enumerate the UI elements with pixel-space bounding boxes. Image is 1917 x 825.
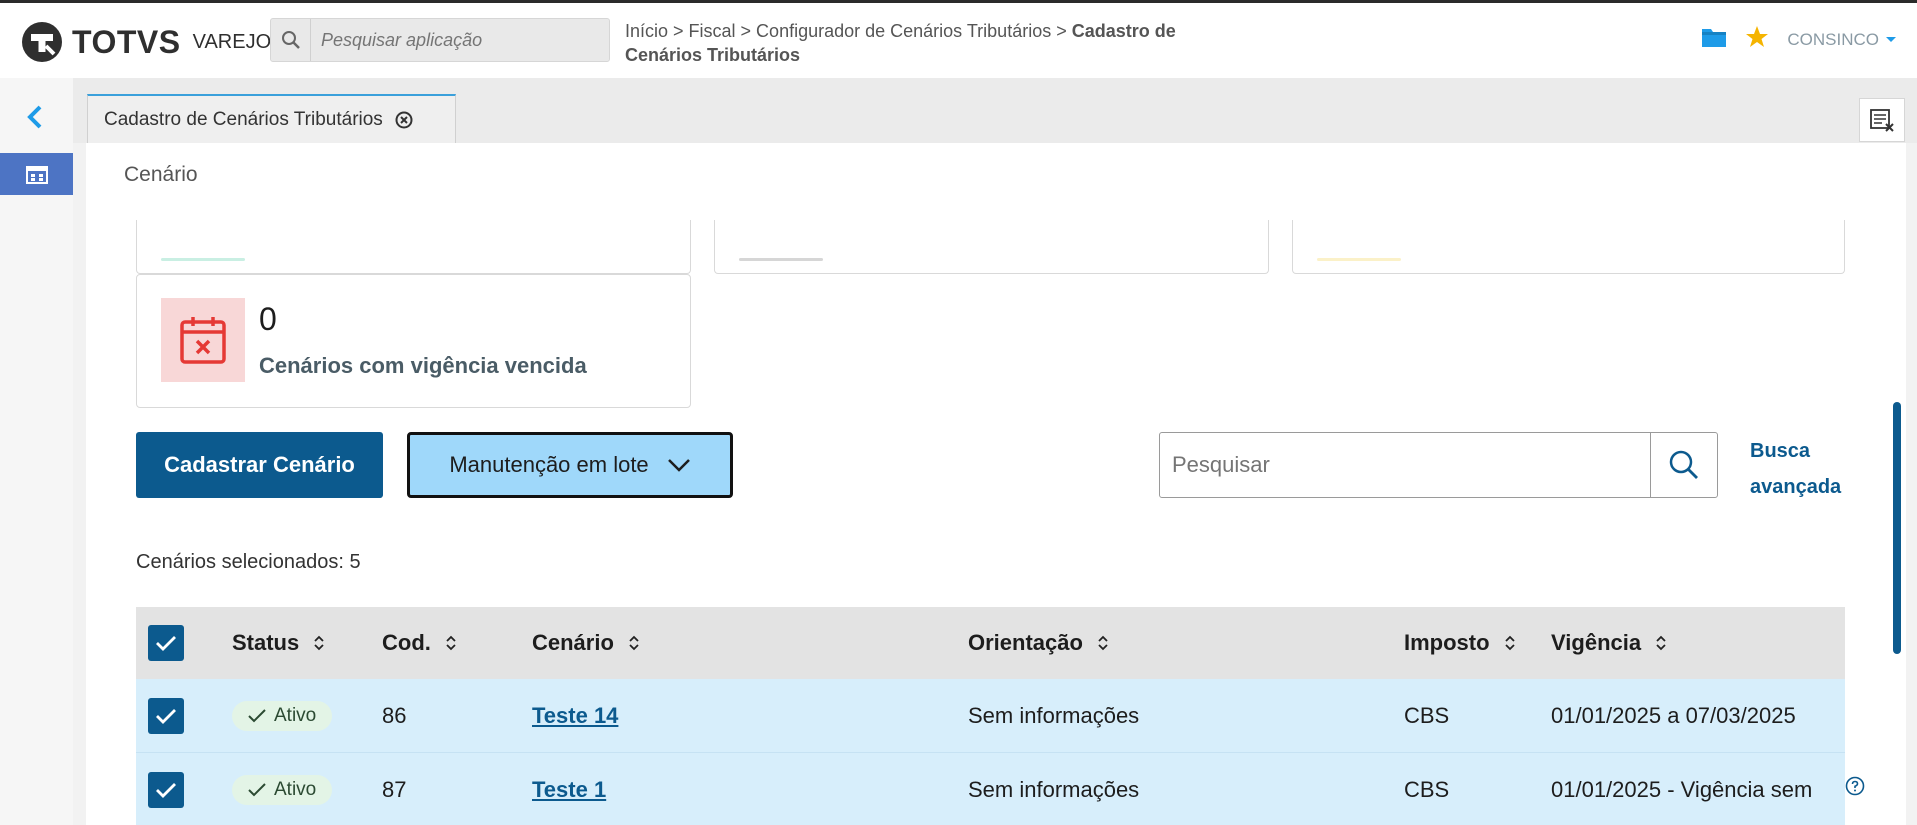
check-icon <box>248 782 266 796</box>
company-selector[interactable]: CONSINCO <box>1787 30 1897 50</box>
company-name: CONSINCO <box>1787 29 1879 49</box>
scenario-link[interactable]: Teste 1 <box>532 777 606 803</box>
calendar-x-icon <box>161 298 245 382</box>
search-input[interactable] <box>1160 433 1650 497</box>
orientacao-cell: Sem informações <box>968 702 1140 728</box>
tab-strip: Cadastro de Cenários Tributários <box>73 78 1917 143</box>
chevron-left-icon <box>27 105 42 129</box>
column-label: Cod. <box>382 630 431 655</box>
help-icon[interactable] <box>1845 776 1865 801</box>
select-all-checkbox[interactable] <box>148 607 184 679</box>
search-button[interactable] <box>1650 433 1717 497</box>
column-label: Imposto <box>1404 630 1490 655</box>
column-orientacao[interactable]: Orientação <box>968 607 1109 679</box>
cenario-cell: Teste 1 <box>532 753 606 825</box>
calendar-grid-icon <box>25 166 48 184</box>
left-rail <box>0 78 73 825</box>
close-tabs-icon <box>1870 109 1894 132</box>
summary-card-expired[interactable]: 0 Cenários com vigência vencida <box>136 274 691 408</box>
totvs-logo[interactable]: TOTVS VAREJO <box>20 20 271 64</box>
tab-label: Cadastro de Cenários Tributários <box>104 108 383 130</box>
vigencia-cell: 01/01/2025 - Vigência sem <box>1551 776 1813 802</box>
scenarios-table: Status Cod. Cenário Orientação Imposto V… <box>136 607 1845 825</box>
cod-cell: 86 <box>382 702 407 728</box>
column-vigencia[interactable]: Vigência <box>1551 607 1667 679</box>
star-icon[interactable] <box>1745 25 1769 54</box>
breadcrumb: Início > Fiscal > Configurador de Cenári… <box>625 19 1225 67</box>
column-label: Vigência <box>1551 630 1642 655</box>
status-cell: Ativo <box>232 753 333 825</box>
summary-card-1[interactable] <box>136 220 691 274</box>
scenario-link[interactable]: Teste 14 <box>532 703 618 729</box>
header-actions: CONSINCO <box>1701 25 1897 54</box>
totvs-logo-icon <box>22 22 62 62</box>
row-checkbox[interactable] <box>148 753 184 825</box>
imposto-cell: CBS <box>1404 776 1450 802</box>
status-cell: Ativo <box>232 679 333 752</box>
expired-count: 0 <box>259 301 277 337</box>
cenario-cell: Teste 14 <box>532 679 618 752</box>
table-search <box>1159 432 1718 498</box>
breadcrumb-path[interactable]: Início > Fiscal > Configurador de Cenári… <box>625 21 1072 41</box>
search-icon[interactable] <box>271 19 311 61</box>
card-accent <box>739 258 823 261</box>
checkbox-checked-icon <box>148 697 184 734</box>
caret-down-icon <box>1886 36 1896 42</box>
check-icon <box>248 708 266 722</box>
sort-icon <box>446 635 456 651</box>
column-imposto[interactable]: Imposto <box>1404 607 1516 679</box>
brand-name: TOTVS <box>72 23 181 60</box>
search-icon <box>1669 450 1698 479</box>
summary-card-2[interactable] <box>714 220 1269 274</box>
table-row[interactable]: Ativo 87 Teste 1 Sem informações CBS 01/… <box>136 753 1845 825</box>
card-accent <box>1317 258 1401 261</box>
table-row[interactable]: Ativo 86 Teste 14 Sem informações CBS 01… <box>136 679 1845 753</box>
column-label: Cenário <box>532 630 614 655</box>
orientacao-cell: Sem informações <box>968 776 1140 802</box>
close-tab-icon[interactable] <box>395 111 413 129</box>
app-search-box <box>270 18 610 62</box>
advanced-search-link[interactable]: Busca avançada <box>1750 433 1860 505</box>
tab-cadastro-cenarios[interactable]: Cadastro de Cenários Tributários <box>87 94 456 143</box>
status-text: Ativo <box>274 778 317 800</box>
vigencia-cell: 01/01/2025 a 07/03/2025 <box>1551 702 1796 728</box>
summary-card-3[interactable] <box>1292 220 1845 274</box>
imposto-cell: CBS <box>1404 702 1450 728</box>
checkbox-checked-icon <box>148 771 184 808</box>
chevron-down-icon <box>667 459 690 472</box>
checkbox-checked-icon <box>148 625 184 661</box>
top-bar: TOTVS VAREJO Início > Fiscal > Configura… <box>0 3 1917 78</box>
column-cod[interactable]: Cod. <box>382 607 457 679</box>
app-search-input[interactable] <box>311 19 609 61</box>
batch-maintenance-label: Manutenção em lote <box>449 452 649 477</box>
brand-product: VAREJO <box>192 30 272 53</box>
sort-icon <box>1656 635 1666 651</box>
sort-icon <box>1098 635 1108 651</box>
sort-icon <box>314 635 324 651</box>
column-cenario[interactable]: Cenário <box>532 607 640 679</box>
page-title: Cenário <box>124 163 198 186</box>
sort-icon <box>1504 635 1515 651</box>
expired-label: Cenários com vigência vencida <box>259 353 587 378</box>
card-accent <box>161 258 245 261</box>
folder-icon[interactable] <box>1701 26 1727 53</box>
close-all-tabs-button[interactable] <box>1859 98 1905 142</box>
column-label: Orientação <box>968 630 1083 655</box>
selection-count: Cenários selecionados: 5 <box>136 551 361 573</box>
rail-item-calendar[interactable] <box>0 153 73 195</box>
main-panel: Cenário 0 Cenários com vigência vencida … <box>86 143 1906 825</box>
scrollbar-thumb[interactable] <box>1893 402 1901 654</box>
row-checkbox[interactable] <box>148 679 184 752</box>
cod-cell: 87 <box>382 776 407 802</box>
status-badge: Ativo <box>232 700 333 731</box>
sort-icon <box>629 635 639 651</box>
column-label: Status <box>232 630 300 655</box>
collapse-menu-button[interactable] <box>20 102 50 137</box>
status-badge: Ativo <box>232 774 333 805</box>
column-status[interactable]: Status <box>232 607 325 679</box>
status-text: Ativo <box>274 704 317 726</box>
table-header: Status Cod. Cenário Orientação Imposto V… <box>136 607 1845 679</box>
batch-maintenance-button[interactable]: Manutenção em lote <box>407 432 733 498</box>
create-scenario-button[interactable]: Cadastrar Cenário <box>136 432 383 498</box>
